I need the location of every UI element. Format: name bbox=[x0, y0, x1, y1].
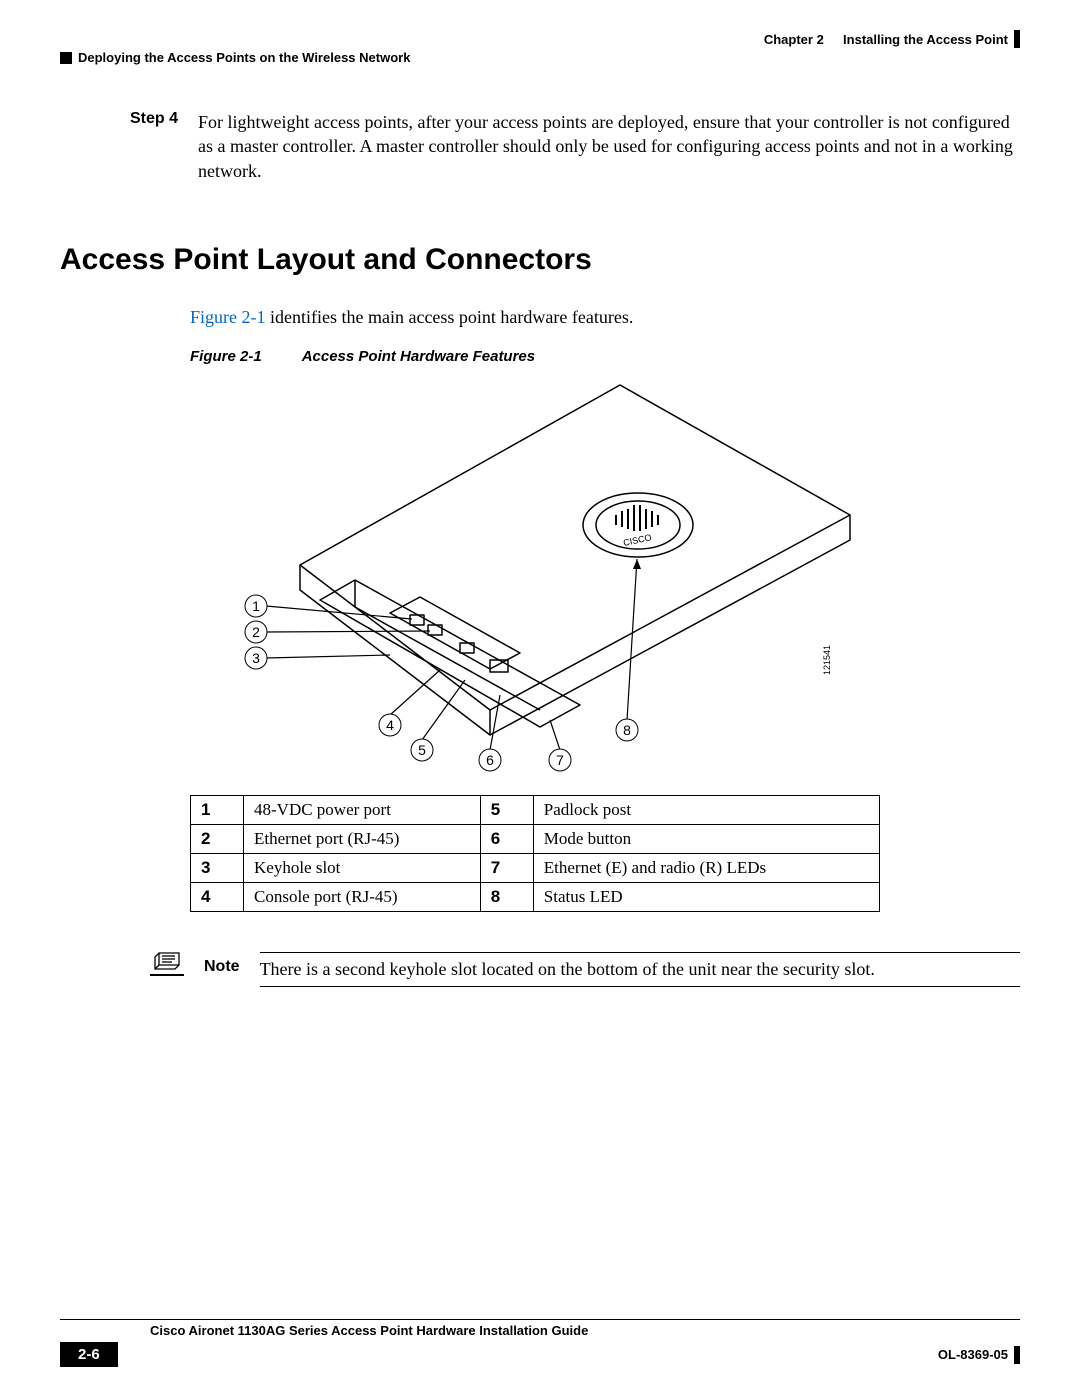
callout-8: 8 bbox=[623, 722, 631, 738]
running-head-right: Chapter 2 Installing the Access Point bbox=[764, 30, 1020, 48]
intro-rest: identifies the main access point hardwar… bbox=[266, 307, 634, 327]
part-num: 1 bbox=[191, 795, 244, 824]
figure-caption: Figure 2-1 Access Point Hardware Features bbox=[190, 348, 1020, 365]
callout-4: 4 bbox=[386, 717, 394, 733]
table-row: 2 Ethernet port (RJ-45) 6 Mode button bbox=[191, 824, 880, 853]
table-row: 4 Console port (RJ-45) 8 Status LED bbox=[191, 882, 880, 911]
figure-diagram: CISCO 1 2 3 bbox=[190, 375, 880, 775]
section-heading: Access Point Layout and Connectors bbox=[60, 243, 1020, 277]
intro-paragraph: Figure 2-1 identifies the main access po… bbox=[190, 307, 1020, 328]
part-num: 8 bbox=[480, 882, 533, 911]
running-head-left: Deploying the Access Points on the Wirel… bbox=[60, 50, 410, 65]
svg-text:CISCO: CISCO bbox=[622, 532, 652, 548]
chapter-title: Installing the Access Point bbox=[843, 32, 1008, 47]
part-desc: Keyhole slot bbox=[244, 853, 481, 882]
part-desc: Ethernet port (RJ-45) bbox=[244, 824, 481, 853]
part-desc: Ethernet (E) and radio (R) LEDs bbox=[533, 853, 879, 882]
part-desc: Console port (RJ-45) bbox=[244, 882, 481, 911]
page-footer: Cisco Aironet 1130AG Series Access Point… bbox=[60, 1319, 1020, 1367]
note-text: There is a second keyhole slot located o… bbox=[260, 952, 1020, 987]
doc-id: OL-8369-05 bbox=[938, 1347, 1008, 1362]
callout-1: 1 bbox=[252, 598, 260, 614]
step-text: For lightweight access points, after you… bbox=[198, 110, 1020, 183]
header-bullet-icon bbox=[60, 52, 72, 64]
part-num: 7 bbox=[480, 853, 533, 882]
footer-rule bbox=[1014, 1346, 1020, 1364]
part-desc: Padlock post bbox=[533, 795, 879, 824]
note-label: Note bbox=[204, 958, 240, 976]
callout-3: 3 bbox=[252, 650, 260, 666]
chapter-label: Chapter 2 bbox=[764, 32, 824, 47]
part-num: 2 bbox=[191, 824, 244, 853]
callout-7: 7 bbox=[556, 752, 564, 768]
note-block: Note There is a second keyhole slot loca… bbox=[150, 952, 1020, 987]
part-num: 5 bbox=[480, 795, 533, 824]
guide-title: Cisco Aironet 1130AG Series Access Point… bbox=[150, 1323, 588, 1338]
callout-6: 6 bbox=[486, 752, 494, 768]
table-row: 1 48-VDC power port 5 Padlock post bbox=[191, 795, 880, 824]
part-num: 6 bbox=[480, 824, 533, 853]
header-rule bbox=[1014, 30, 1020, 48]
callout-5: 5 bbox=[418, 742, 426, 758]
section-title: Deploying the Access Points on the Wirel… bbox=[78, 50, 410, 65]
page-number: 2-6 bbox=[60, 1342, 118, 1367]
table-row: 3 Keyhole slot 7 Ethernet (E) and radio … bbox=[191, 853, 880, 882]
figure-xref-link[interactable]: Figure 2-1 bbox=[190, 307, 266, 327]
step-row: Step 4 For lightweight access points, af… bbox=[130, 110, 1020, 183]
note-icon bbox=[150, 950, 184, 976]
figure-title: Access Point Hardware Features bbox=[302, 348, 535, 365]
step-label: Step 4 bbox=[130, 110, 178, 128]
part-desc: Mode button bbox=[533, 824, 879, 853]
part-num: 4 bbox=[191, 882, 244, 911]
parts-table: 1 48-VDC power port 5 Padlock post 2 Eth… bbox=[190, 795, 880, 912]
image-id: 121541 bbox=[822, 645, 832, 675]
figure-label: Figure 2-1 bbox=[190, 348, 262, 365]
part-desc: Status LED bbox=[533, 882, 879, 911]
part-desc: 48-VDC power port bbox=[244, 795, 481, 824]
callout-2: 2 bbox=[252, 624, 260, 640]
part-num: 3 bbox=[191, 853, 244, 882]
